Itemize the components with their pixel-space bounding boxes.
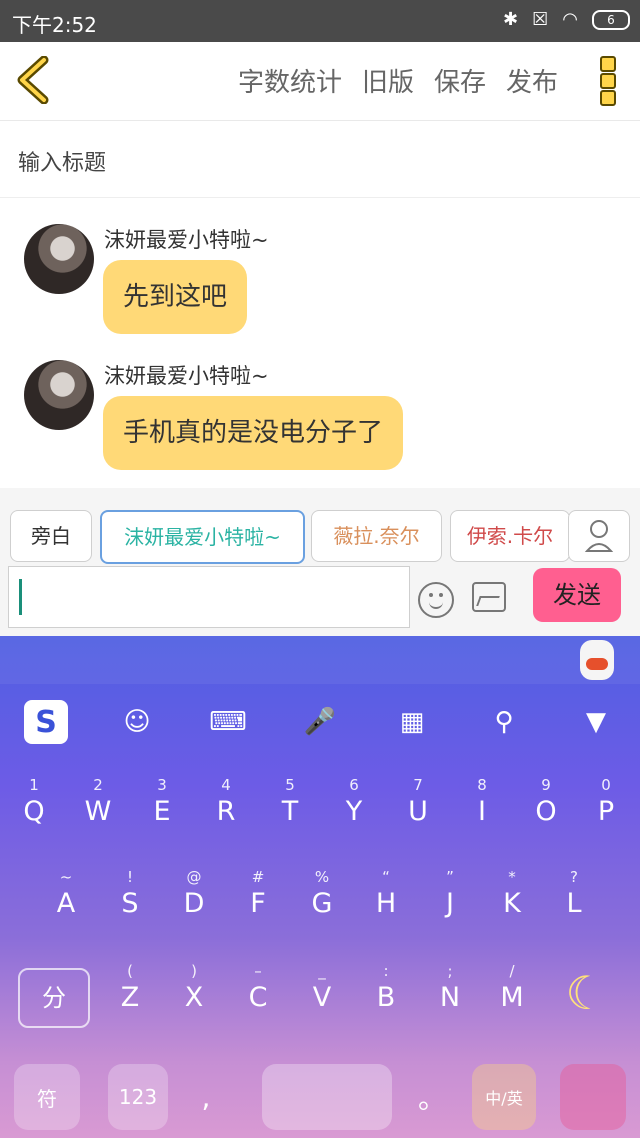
- message-bubble[interactable]: 手机真的是没电分子了: [103, 396, 404, 470]
- key-y[interactable]: 6Y: [322, 776, 386, 827]
- key-z[interactable]: (Z: [98, 962, 162, 1013]
- enter-key[interactable]: [560, 1064, 626, 1130]
- role-chip-vera[interactable]: 薇拉.奈尔: [311, 510, 442, 562]
- keyboard: S ☺ ⌨ 🎤 ▦ ⚲ ▼ 1Q 2W 3E 4R 5T 6Y 7U 8I 9O…: [0, 636, 640, 1138]
- search-icon[interactable]: ⚲: [482, 700, 526, 744]
- more-icon[interactable]: [600, 56, 616, 106]
- mic-icon[interactable]: 🎤: [298, 700, 342, 744]
- send-button[interactable]: 发送: [533, 568, 621, 622]
- role-chip-selected[interactable]: 沫妍最爱小特啦~: [100, 510, 305, 564]
- message-author: 沫妍最爱小特啦~: [104, 228, 269, 252]
- key-f[interactable]: # F: [226, 868, 290, 919]
- message-item: 沫妍最爱小特啦~ 先到这吧: [0, 224, 640, 354]
- avatar[interactable]: [24, 224, 94, 294]
- composer: 旁白 沫妍最爱小特啦~ 薇拉.奈尔 伊索.卡尔 发送: [0, 488, 640, 636]
- battery-level: 6: [607, 12, 615, 27]
- title-placeholder: 输入标题: [18, 151, 107, 176]
- key-c[interactable]: – C: [226, 962, 290, 1013]
- key-u[interactable]: 7U: [386, 776, 450, 827]
- role-chip-narrator[interactable]: 旁白: [10, 510, 92, 562]
- avatar[interactable]: [24, 360, 94, 430]
- comma-key[interactable]: ,: [186, 1064, 226, 1130]
- old-version-button[interactable]: 旧版: [362, 62, 414, 99]
- status-icons: ✱ ☒ ◠ 6: [503, 9, 630, 30]
- title-field[interactable]: 输入标题: [0, 121, 640, 198]
- space-key[interactable]: [262, 1064, 392, 1130]
- message-bubble[interactable]: 先到这吧: [103, 260, 248, 334]
- person-icon[interactable]: [568, 510, 630, 562]
- key-j[interactable]: ” J: [418, 868, 482, 919]
- message-item: 沫妍最爱小特啦~ 手机真的是没电分子了: [0, 360, 640, 490]
- key-x[interactable]: ) X: [162, 962, 226, 1013]
- key-i[interactable]: 8I: [450, 776, 514, 827]
- key-l[interactable]: ? L: [542, 868, 606, 919]
- shift-key[interactable]: 分: [18, 968, 90, 1028]
- bluetooth-icon: ✱: [503, 9, 519, 30]
- backspace-moon-icon[interactable]: ☾: [556, 966, 616, 1026]
- period-key[interactable]: 。: [412, 1064, 452, 1130]
- back-chevron-icon[interactable]: [14, 55, 54, 105]
- apps-icon[interactable]: ▦: [390, 700, 434, 744]
- message-author: 沫妍最爱小特啦~: [104, 364, 269, 388]
- key-row-bottom: 符 123 , 。 中/英: [0, 1056, 640, 1138]
- key-n[interactable]: ; N: [418, 962, 482, 1013]
- word-count-button[interactable]: 字数统计: [238, 62, 342, 99]
- status-time: 下午2:52: [12, 13, 97, 37]
- sogou-icon[interactable]: S: [24, 700, 68, 744]
- key-g[interactable]: % G: [290, 868, 354, 919]
- toolbar-actions: 字数统计 旧版 保存 发布: [238, 62, 558, 99]
- key-d[interactable]: @ D: [162, 868, 226, 919]
- publish-button[interactable]: 发布: [506, 62, 558, 99]
- keyboard-icon[interactable]: ⌨: [206, 700, 250, 744]
- key-a[interactable]: ~ A: [34, 868, 98, 919]
- emoji-icon[interactable]: [418, 582, 454, 618]
- collapse-icon[interactable]: ▼: [574, 700, 618, 744]
- text-caret: [19, 579, 22, 615]
- emoji-face-icon[interactable]: ☺: [115, 700, 159, 744]
- key-t[interactable]: 5T: [258, 776, 322, 827]
- key-v[interactable]: _ V: [290, 962, 354, 1013]
- mascot-icon[interactable]: [580, 640, 614, 680]
- message-input[interactable]: [8, 566, 410, 628]
- key-h[interactable]: “H: [354, 868, 418, 919]
- key-k[interactable]: * K: [480, 868, 544, 919]
- cn-en-switch-key[interactable]: 中/英: [472, 1064, 536, 1130]
- symbol-key[interactable]: 符: [14, 1064, 80, 1130]
- keyboard-toolbar: S ☺ ⌨ 🎤 ▦ ⚲ ▼: [0, 684, 640, 760]
- key-m[interactable]: / M: [480, 962, 544, 1013]
- number-key[interactable]: 123: [108, 1064, 168, 1130]
- key-w[interactable]: 2W: [66, 776, 130, 827]
- role-chip-eso[interactable]: 伊索.卡尔: [450, 510, 570, 562]
- toolbar: 字数统计 旧版 保存 发布: [0, 42, 640, 121]
- wifi-icon: ◠: [562, 9, 578, 30]
- key-p[interactable]: 0P: [574, 776, 638, 827]
- key-q[interactable]: 1Q: [2, 776, 66, 827]
- key-e[interactable]: 3E: [130, 776, 194, 827]
- battery-icon: 6: [592, 9, 630, 30]
- image-icon[interactable]: [472, 582, 506, 612]
- key-o[interactable]: 9O: [514, 776, 578, 827]
- key-r[interactable]: 4R: [194, 776, 258, 827]
- keyboard-top-strip: [0, 636, 640, 684]
- sim-icon: ☒: [532, 9, 549, 30]
- key-b[interactable]: :B: [354, 962, 418, 1013]
- status-bar: 下午2:52 ✱ ☒ ◠ 6: [0, 0, 640, 42]
- key-s[interactable]: ! S: [98, 868, 162, 919]
- save-button[interactable]: 保存: [434, 62, 486, 99]
